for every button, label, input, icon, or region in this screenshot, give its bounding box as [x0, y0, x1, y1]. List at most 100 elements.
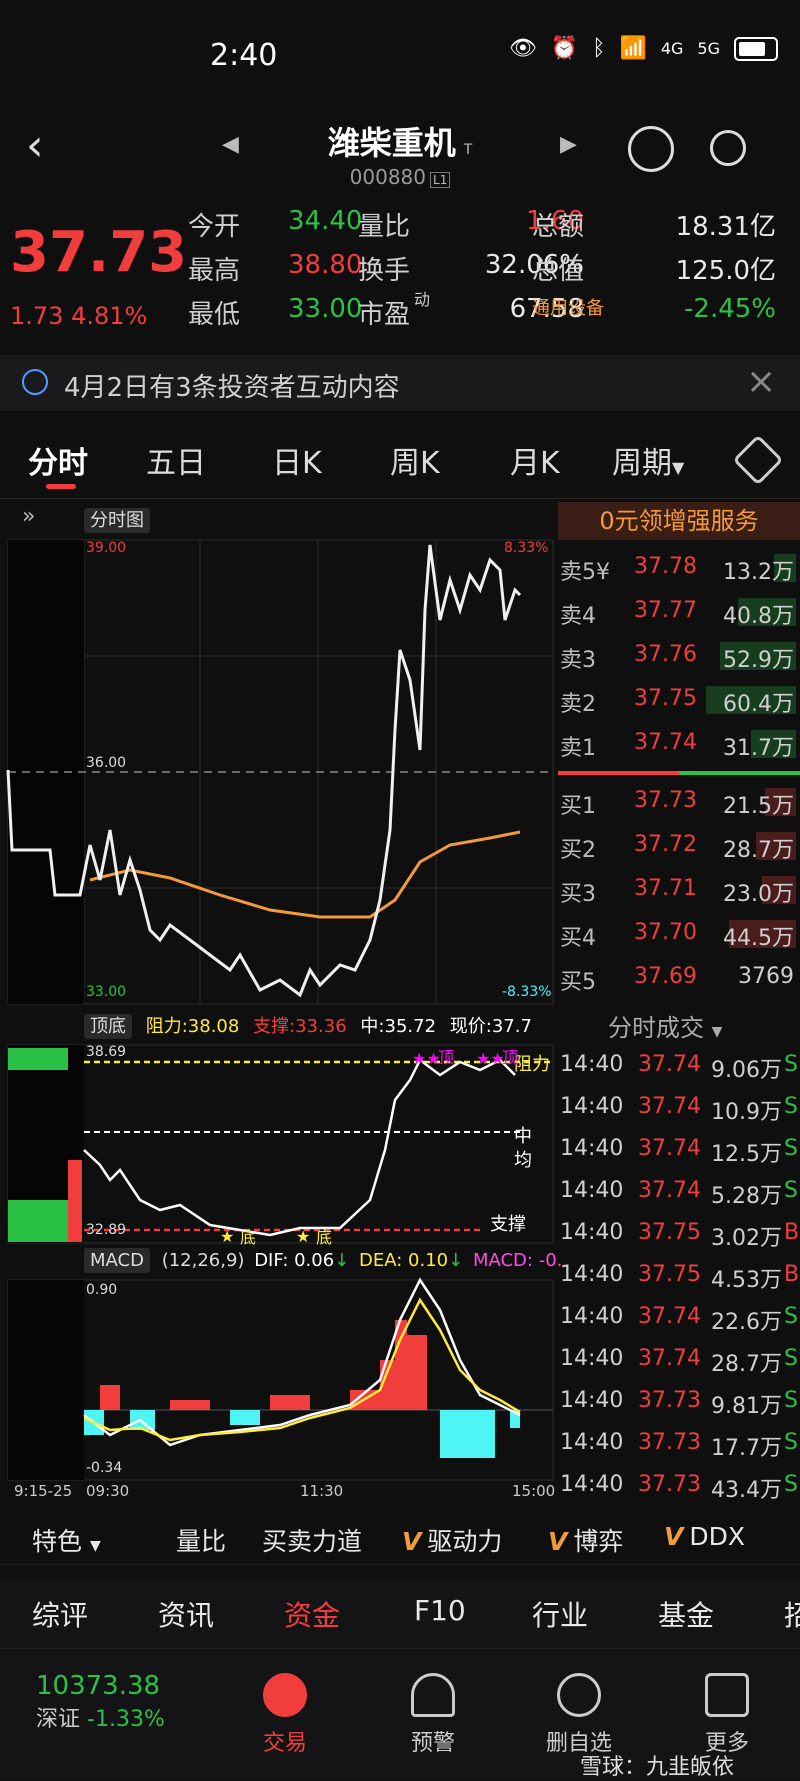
- quote-label: 最高: [188, 256, 241, 286]
- price-top-label: 39.00: [86, 540, 127, 556]
- tab-funds[interactable]: 资金: [284, 1594, 340, 1634]
- tab-overview[interactable]: 综评: [32, 1594, 88, 1634]
- trade-side: S: [784, 1136, 798, 1161]
- level-label: 买2: [560, 838, 596, 863]
- quote-label: 总额: [532, 212, 585, 242]
- index-widget[interactable]: 10373.38 深证 -1.33%: [36, 1671, 165, 1733]
- tab-daily-k[interactable]: 日K: [272, 438, 322, 482]
- buy-level[interactable]: 买2 37.72 28.7万: [558, 824, 800, 868]
- promo-banner[interactable]: 0元领增强服务: [558, 502, 800, 540]
- macd-params: (12,26,9): [161, 1250, 245, 1271]
- indicator-item[interactable]: 买卖力道: [262, 1522, 362, 1558]
- level-label: 卖1: [560, 736, 596, 761]
- trade-time: 14:40: [560, 1052, 624, 1077]
- avg-line-label: 均: [514, 1150, 532, 1171]
- quote-label: 市盈: [358, 300, 411, 330]
- top-marker-label-2: 顶: [502, 1048, 519, 1067]
- level-label: 卖3: [560, 648, 596, 673]
- nav-alert[interactable]: 预警: [378, 1673, 488, 1757]
- buy-level[interactable]: 买3 37.71 23.0万: [558, 868, 800, 912]
- trade-side: B: [784, 1220, 800, 1245]
- chart-type-dropdown[interactable]: 分时图: [84, 506, 150, 533]
- pct-top-label: 8.33%: [504, 540, 549, 556]
- buy-level[interactable]: 买5 37.69 3769: [558, 956, 800, 1000]
- v-badge-icon: V: [664, 1522, 684, 1551]
- bulb-icon: [22, 369, 48, 395]
- trade-volume: 10.9万: [711, 1100, 782, 1125]
- level-label: 卖2: [560, 692, 596, 717]
- feature-dropdown[interactable]: 特色 ▼: [32, 1522, 101, 1558]
- tab-period[interactable]: 周期▼: [612, 438, 684, 482]
- indicator-header: 顶底 阻力:38.08 支撑:33.36 中:35.72 现价:37.7: [84, 1012, 532, 1039]
- nav-trade-label: 交易: [262, 1731, 307, 1756]
- tab-f10[interactable]: F10: [414, 1594, 466, 1627]
- info-tabs: 综评 资讯 资金 F10 行业 基金 招: [0, 1578, 800, 1648]
- intraday-chart: ★ ★ ★★ ★★: [0, 500, 560, 1500]
- nav-more[interactable]: 更多: [672, 1673, 782, 1757]
- bottom-star: ★: [220, 1227, 234, 1246]
- sell-level[interactable]: 卖5¥ 37.78 13.2万: [558, 546, 800, 590]
- trade-volume: 28.7万: [711, 1352, 782, 1377]
- nav-trade[interactable]: 交易: [230, 1673, 340, 1757]
- trades-chevron-icon: ▼: [711, 1024, 723, 1040]
- settings-icon[interactable]: [732, 434, 784, 486]
- stock-code: 000880: [349, 165, 427, 189]
- trade-row: 14:40 37.74 10.9万 S: [558, 1094, 800, 1136]
- trade-row: 14:40 37.73 43.4万 S: [558, 1472, 800, 1514]
- expand-icon[interactable]: »: [22, 504, 35, 529]
- level-label: 买1: [560, 794, 596, 819]
- level-price: 37.71: [634, 876, 697, 901]
- quote-value: 33.00: [288, 294, 363, 324]
- trade-time: 14:40: [560, 1220, 624, 1245]
- quote-row: 最高 38.80 换手 32.06% 总值 125.0亿: [188, 250, 792, 298]
- buy-level[interactable]: 买4 37.70 44.5万: [558, 912, 800, 956]
- v-badge-icon: V: [402, 1527, 422, 1556]
- eye-icon: 👁: [508, 36, 537, 61]
- quote-label: 换手: [358, 256, 411, 286]
- bottom-nav: 10373.38 深证 -1.33% 交易 预警 删自选 更多 雪球：九韭皈依: [0, 1648, 800, 1780]
- macd-dropdown[interactable]: MACD: [84, 1248, 150, 1273]
- sell-level[interactable]: 卖1 37.74 31.7万: [558, 722, 800, 766]
- quote-label: 量比: [358, 212, 411, 242]
- bottom-star-2: ★: [296, 1227, 310, 1246]
- tab-intraday[interactable]: 分时: [28, 438, 88, 482]
- notice-bar[interactable]: 4月2日有3条投资者互动内容 ×: [0, 355, 800, 411]
- top-star: ★★: [412, 1049, 441, 1068]
- status-icons: 👁 ⏰ ᛒ 📶 4G 5G: [509, 36, 778, 61]
- trade-time: 14:40: [560, 1430, 624, 1455]
- level-price: 37.77: [634, 598, 697, 623]
- close-icon[interactable]: ×: [746, 361, 776, 402]
- trade-row: 14:40 37.75 4.53万 B: [558, 1262, 800, 1304]
- support-line-label: 支撑: [490, 1214, 526, 1235]
- nav-remove-watch[interactable]: 删自选: [524, 1673, 634, 1757]
- trade-price: 37.74: [638, 1346, 701, 1371]
- sell-level[interactable]: 卖3 37.76 52.9万: [558, 634, 800, 678]
- sell-level[interactable]: 卖4 37.77 40.8万: [558, 590, 800, 634]
- tab-period-label: 周期: [612, 446, 672, 481]
- level-price: 37.76: [634, 642, 697, 667]
- sell-level[interactable]: 卖2 37.75 60.4万: [558, 678, 800, 722]
- support-value: 支撑:33.36: [253, 1016, 347, 1037]
- quote-value: -2.45%: [684, 294, 776, 324]
- time-noon: 11:30: [300, 1482, 344, 1500]
- indicator-item[interactable]: 量比: [176, 1522, 226, 1558]
- resist-value: 阻力:38.08: [145, 1016, 240, 1037]
- indicator-dropdown[interactable]: 顶底: [84, 1014, 132, 1039]
- tab-5day[interactable]: 五日: [146, 438, 206, 482]
- tab-weekly-k[interactable]: 周K: [390, 438, 440, 482]
- tab-fund[interactable]: 基金: [658, 1594, 714, 1634]
- indicator-item[interactable]: V 博弈: [548, 1522, 623, 1558]
- tab-more-cut[interactable]: 招: [784, 1594, 800, 1634]
- tab-news[interactable]: 资讯: [158, 1594, 214, 1634]
- indicator-item[interactable]: V 驱动力: [402, 1522, 502, 1558]
- trade-price: 37.74: [638, 1094, 701, 1119]
- tab-industry[interactable]: 行业: [532, 1594, 588, 1634]
- trades-title[interactable]: 分时成交 ▼: [608, 1008, 722, 1043]
- status-time: 2:40: [210, 38, 278, 73]
- indicator-item[interactable]: V DDX: [664, 1522, 745, 1551]
- tab-monthly-k[interactable]: 月K: [510, 438, 560, 482]
- buy-level[interactable]: 买1 37.73 21.5万: [558, 780, 800, 824]
- trade-side: S: [784, 1388, 798, 1413]
- index-change: -1.33%: [87, 1707, 165, 1732]
- trade-price: 37.74: [638, 1136, 701, 1161]
